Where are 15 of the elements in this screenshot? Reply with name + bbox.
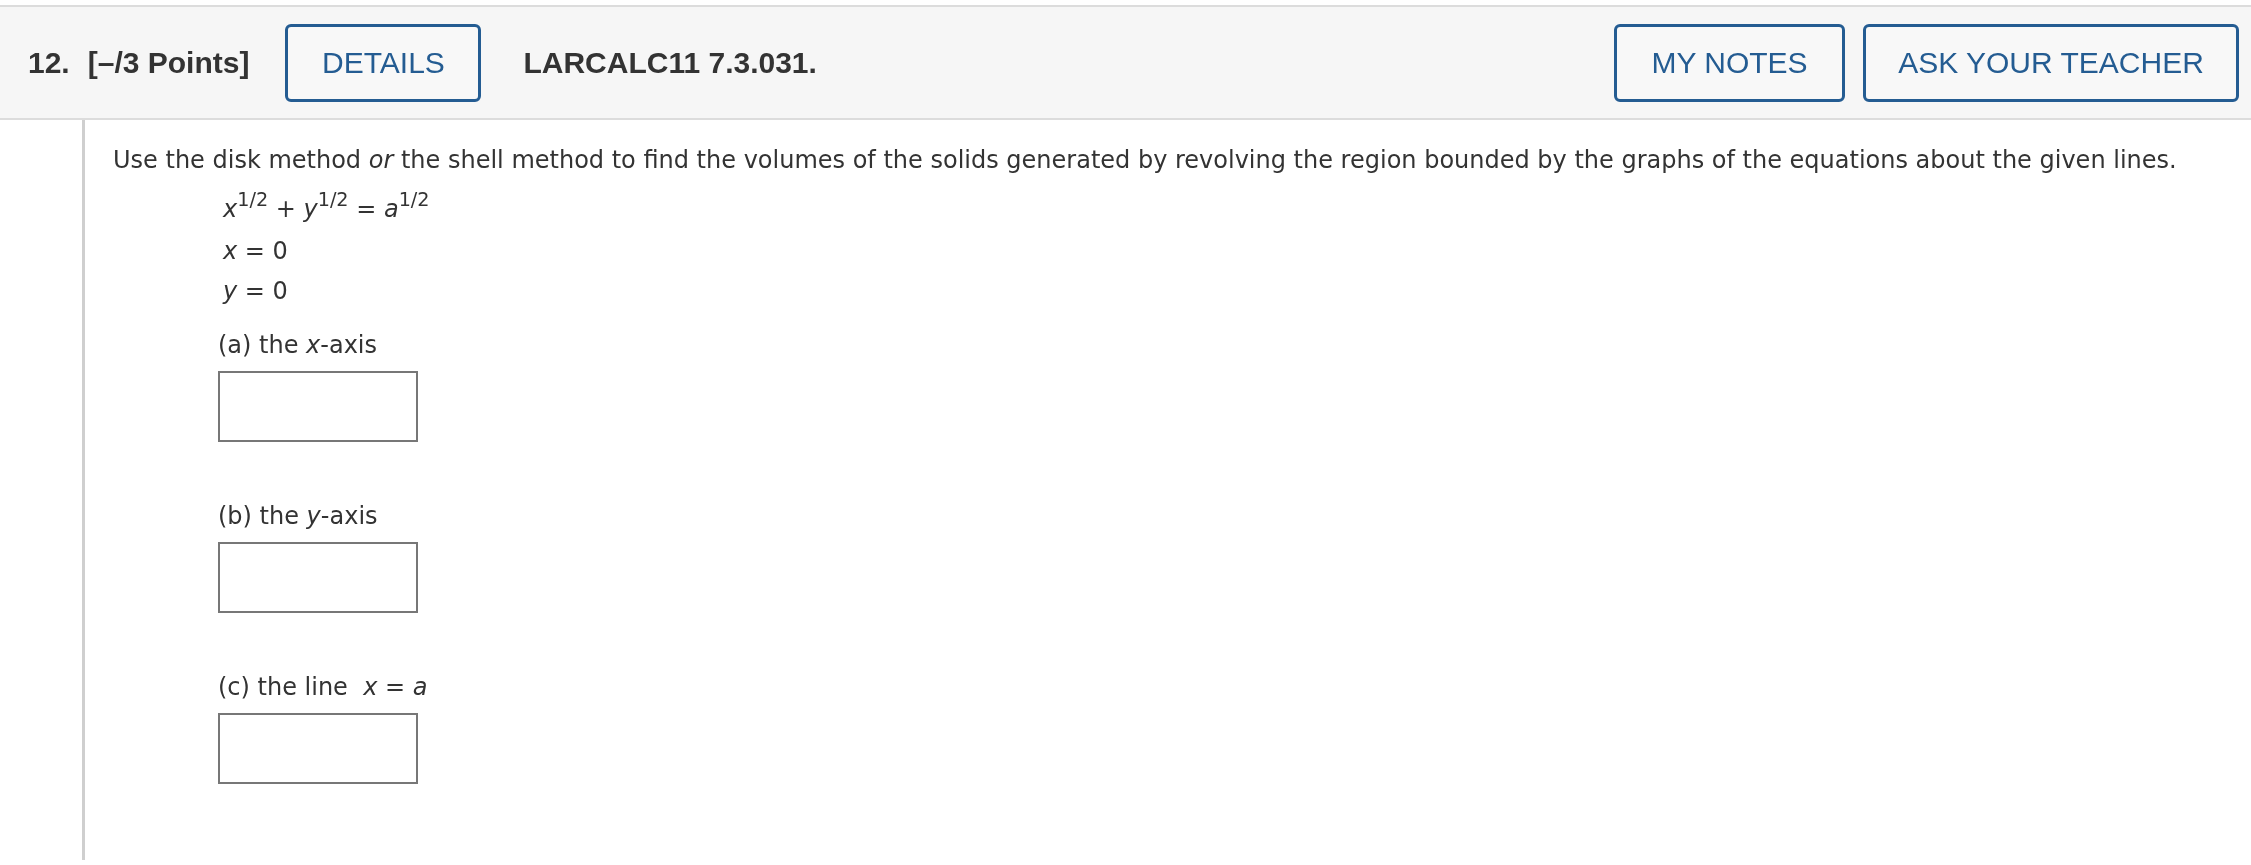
question-number: 12.: [28, 45, 70, 80]
answer-box[interactable]: [218, 371, 418, 442]
question-text: Use the disk method or the shell method to find the volumes of the solids generated by revolving the region bounded by the graphs of the equations about the given lines.: [113, 145, 2178, 176]
equation: x = 0: [223, 237, 288, 265]
part-label: (c) the line x = a: [218, 672, 428, 703]
details-button[interactable]: DETAILS: [285, 23, 482, 102]
points-label: [–/3 Points]: [87, 45, 250, 80]
answer-box[interactable]: [218, 713, 418, 784]
equation: y = 0: [223, 277, 288, 305]
my-notes-button[interactable]: MY NOTES: [1614, 23, 1845, 102]
part-label: (b) the y-axis: [218, 501, 378, 532]
part-label: (a) the x-axis: [218, 330, 378, 361]
answer-box[interactable]: [218, 542, 418, 613]
problem-id: LARCALC11 7.3.031.: [523, 45, 817, 80]
ask-teacher-button[interactable]: ASK YOUR TEACHER: [1863, 23, 2239, 102]
